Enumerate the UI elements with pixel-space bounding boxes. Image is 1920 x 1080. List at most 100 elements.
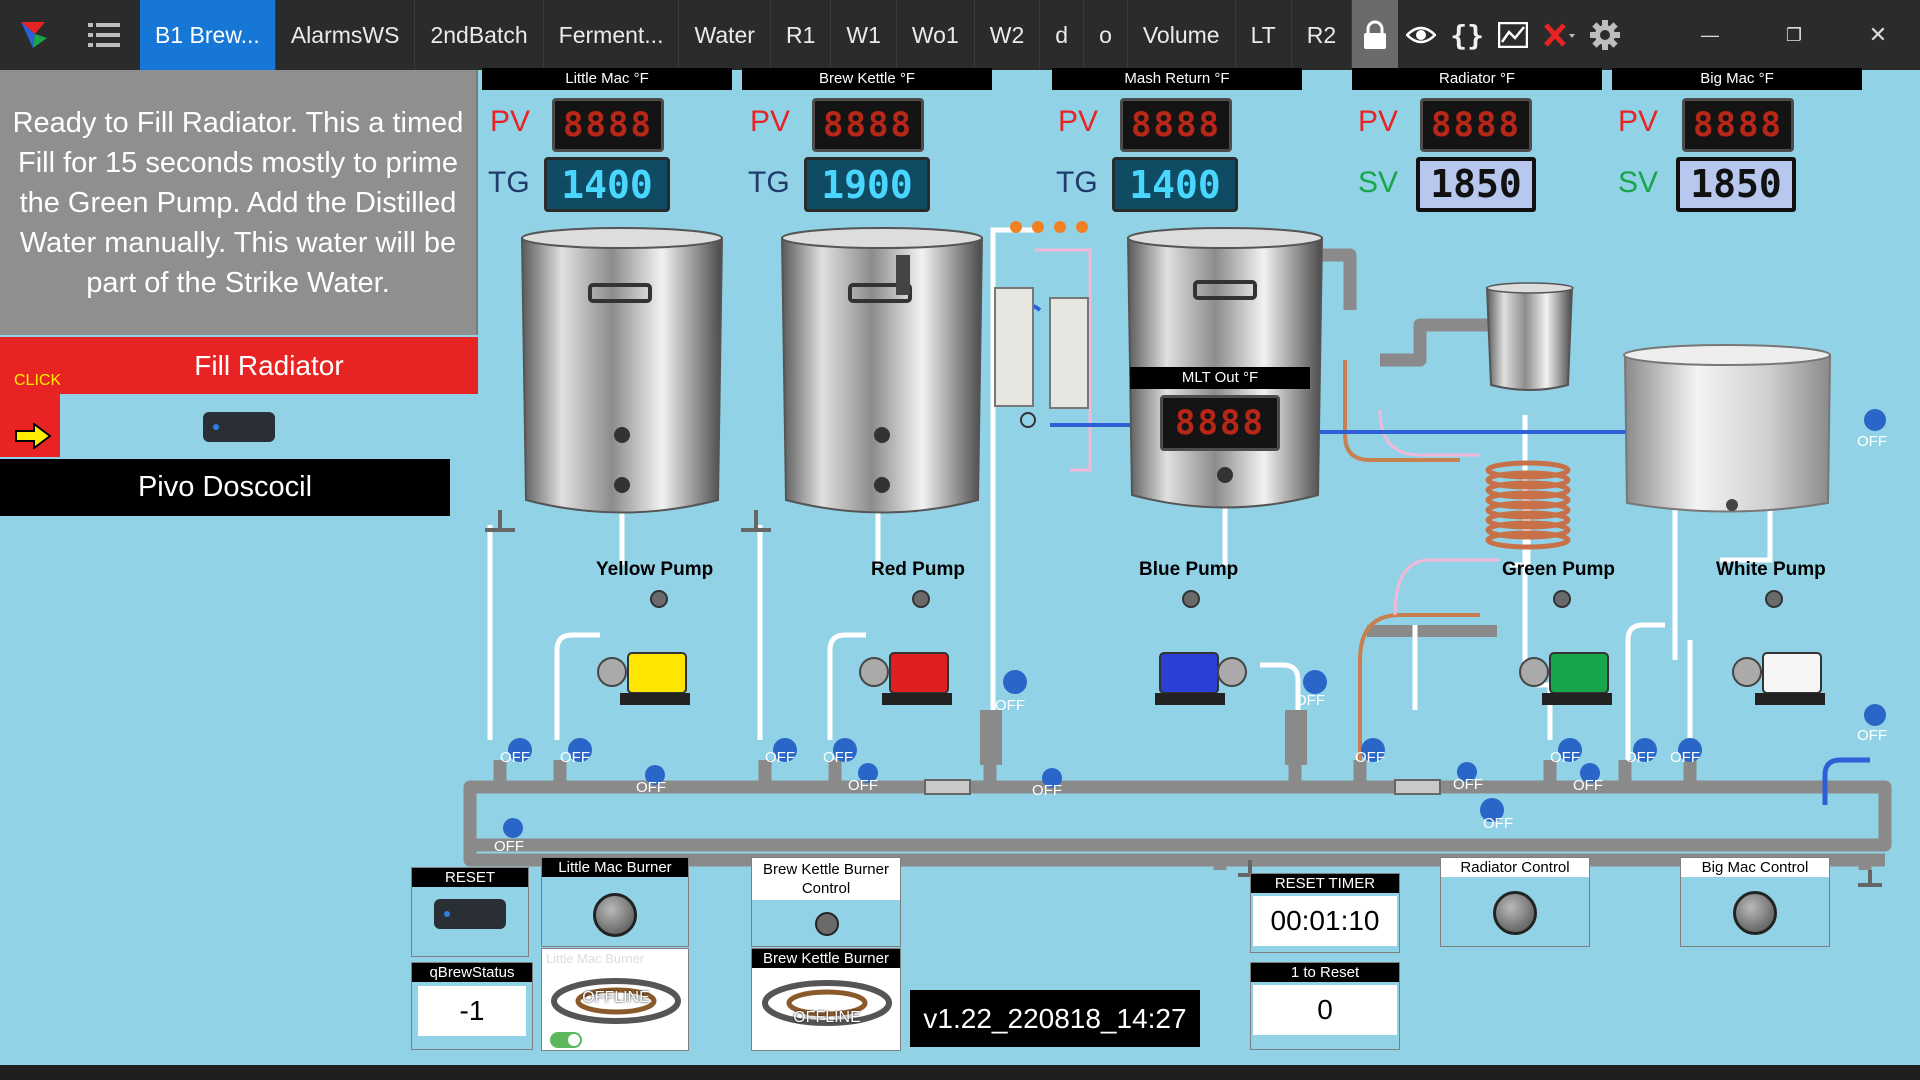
eye-icon[interactable] — [1398, 0, 1444, 70]
brew-kettle-pv-display: 8888 — [812, 98, 924, 152]
minimize-icon[interactable]: — — [1668, 0, 1752, 70]
svg-text:OFF: OFF — [560, 749, 590, 766]
white-pump-led[interactable] — [1765, 590, 1783, 608]
svg-text:OFF: OFF — [494, 838, 524, 855]
red-pump-body — [859, 652, 952, 705]
radiator-setpoint-display[interactable]: 1850 — [1416, 157, 1536, 212]
svg-text:OFF: OFF — [1032, 782, 1062, 799]
big-mac-temp: Big Mac °F — [1612, 68, 1862, 90]
brew-kettle-burner-image: Brew Kettle Burner OFFLINE — [751, 948, 901, 1051]
pv-label: PV — [490, 105, 531, 138]
radiator-temp: Radiator °F — [1352, 68, 1602, 90]
reset-timer-control: RESET TIMER 00:01:10 — [1250, 873, 1400, 953]
braces-icon[interactable]: {} — [1444, 0, 1490, 70]
top-bar: B1 Brew... AlarmsWS 2ndBatch Ferment... … — [0, 0, 1920, 70]
little-mac-target-display[interactable]: 1400 — [544, 157, 670, 212]
arrow-right-icon — [14, 422, 52, 454]
sv-label: SV — [1618, 166, 1659, 199]
radiator-control-knob[interactable] — [1493, 891, 1537, 935]
tab-water[interactable]: Water — [679, 0, 771, 70]
click-label: CLICK — [14, 372, 62, 389]
temp-title: Mash Return °F — [1052, 68, 1302, 90]
one-to-reset-control: 1 to Reset 0 — [1250, 962, 1400, 1050]
svg-text:OFF: OFF — [1483, 815, 1513, 832]
lock-icon[interactable] — [1352, 0, 1399, 70]
little-mac-burner-offline: OFFLINE — [582, 989, 650, 1006]
svg-text:OFF: OFF — [500, 749, 530, 766]
little-mac-burner-switch[interactable] — [550, 1032, 582, 1048]
pv-label: PV — [1058, 105, 1099, 138]
little-mac-burner-ghost-label: Little Mac Burner — [546, 951, 645, 966]
brew-kettle-burner-control-title: Brew Kettle Burner Control — [752, 858, 900, 900]
tg-label: TG — [748, 166, 790, 199]
svg-text:OFF: OFF — [995, 697, 1025, 714]
green-pump-led[interactable] — [1553, 590, 1571, 608]
tab-d[interactable]: d — [1040, 0, 1085, 70]
mash-return-pv-display: 8888 — [1120, 98, 1232, 152]
little-mac-burner-image: Little Mac Burner OFFLINE — [541, 948, 689, 1051]
temp-title: Little Mac °F — [482, 68, 732, 90]
app-logo-icon — [0, 0, 68, 70]
tab-alarmsws[interactable]: AlarmsWS — [276, 0, 416, 70]
tab-b1-brew[interactable]: B1 Brew... — [140, 0, 276, 70]
pump-label-blue: Blue Pump — [1139, 559, 1239, 580]
pv-label: PV — [750, 105, 791, 138]
svg-text:OFF: OFF — [848, 777, 878, 794]
svg-text:OFF: OFF — [823, 749, 853, 766]
tab-volume[interactable]: Volume — [1128, 0, 1236, 70]
reset-toggle[interactable] — [434, 899, 506, 929]
recipe-name: Pivo Doscocil — [0, 459, 450, 516]
blue-pump-body — [1155, 652, 1247, 705]
mash-return-temp: Mash Return °F — [1052, 68, 1302, 90]
qbrew-title: qBrewStatus — [412, 963, 532, 982]
pump-label-red: Red Pump — [871, 559, 965, 580]
tab-w1[interactable]: W1 — [831, 0, 897, 70]
chart-icon[interactable] — [1490, 0, 1536, 70]
restore-icon[interactable]: ❐ — [1752, 0, 1836, 70]
qbrew-status-control: qBrewStatus -1 — [411, 962, 533, 1050]
little-mac-burner-knob[interactable] — [593, 893, 637, 937]
red-pump-led[interactable] — [912, 590, 930, 608]
svg-text:OFF: OFF — [1453, 776, 1483, 793]
tab-ferment[interactable]: Ferment... — [544, 0, 680, 70]
fill-radiator-toggle[interactable] — [203, 412, 275, 442]
mash-return-target-display[interactable]: 1400 — [1112, 157, 1238, 212]
brew-kettle-target-display[interactable]: 1900 — [804, 157, 930, 212]
svg-text:OFF: OFF — [1857, 433, 1887, 450]
big-mac-kettle — [1623, 344, 1832, 513]
blue-pump-led[interactable] — [1182, 590, 1200, 608]
radiator-pv-display: 8888 — [1420, 98, 1532, 152]
tab-w2[interactable]: W2 — [975, 0, 1041, 70]
big-mac-control-knob[interactable] — [1733, 891, 1777, 935]
yellow-pump-led[interactable] — [650, 590, 668, 608]
mlt-out-title: MLT Out °F — [1130, 367, 1310, 389]
little-mac-temp: Little Mac °F — [482, 68, 732, 90]
tg-label: TG — [1056, 166, 1098, 199]
yellow-pump-body — [597, 652, 690, 705]
brew-kettle-burner-title: Brew Kettle Burner — [752, 949, 900, 968]
white-pump-body — [1732, 652, 1825, 705]
big-mac-setpoint-display[interactable]: 1850 — [1676, 157, 1796, 212]
tab-r2[interactable]: R2 — [1292, 0, 1353, 70]
one-to-reset-title: 1 to Reset — [1251, 963, 1399, 982]
fill-radiator-button[interactable]: Fill Radiator — [60, 337, 478, 394]
pump-label-yellow: Yellow Pump — [596, 559, 714, 580]
big-mac-pv-display: 8888 — [1682, 98, 1794, 152]
svg-text:OFF: OFF — [1670, 749, 1700, 766]
close-red-icon[interactable] — [1536, 0, 1582, 70]
svg-text:OFF: OFF — [765, 749, 795, 766]
svg-text:OFF: OFF — [1857, 727, 1887, 744]
menu-list-icon[interactable] — [68, 0, 140, 70]
tab-r1[interactable]: R1 — [771, 0, 832, 70]
tab-2ndbatch[interactable]: 2ndBatch — [415, 0, 544, 70]
gear-icon[interactable] — [1582, 0, 1628, 70]
version-label: v1.22_220818_14:27 — [910, 990, 1200, 1047]
timer-value: 00:01:10 — [1253, 896, 1397, 946]
one-to-reset-value[interactable]: 0 — [1253, 985, 1397, 1035]
tab-wo1[interactable]: Wo1 — [897, 0, 975, 70]
tab-o[interactable]: o — [1084, 0, 1128, 70]
brew-kettle-burner-led[interactable] — [815, 912, 839, 936]
tab-lt[interactable]: LT — [1236, 0, 1292, 70]
mlt-out-display: 8888 — [1160, 395, 1280, 451]
close-icon[interactable]: ✕ — [1836, 0, 1920, 70]
